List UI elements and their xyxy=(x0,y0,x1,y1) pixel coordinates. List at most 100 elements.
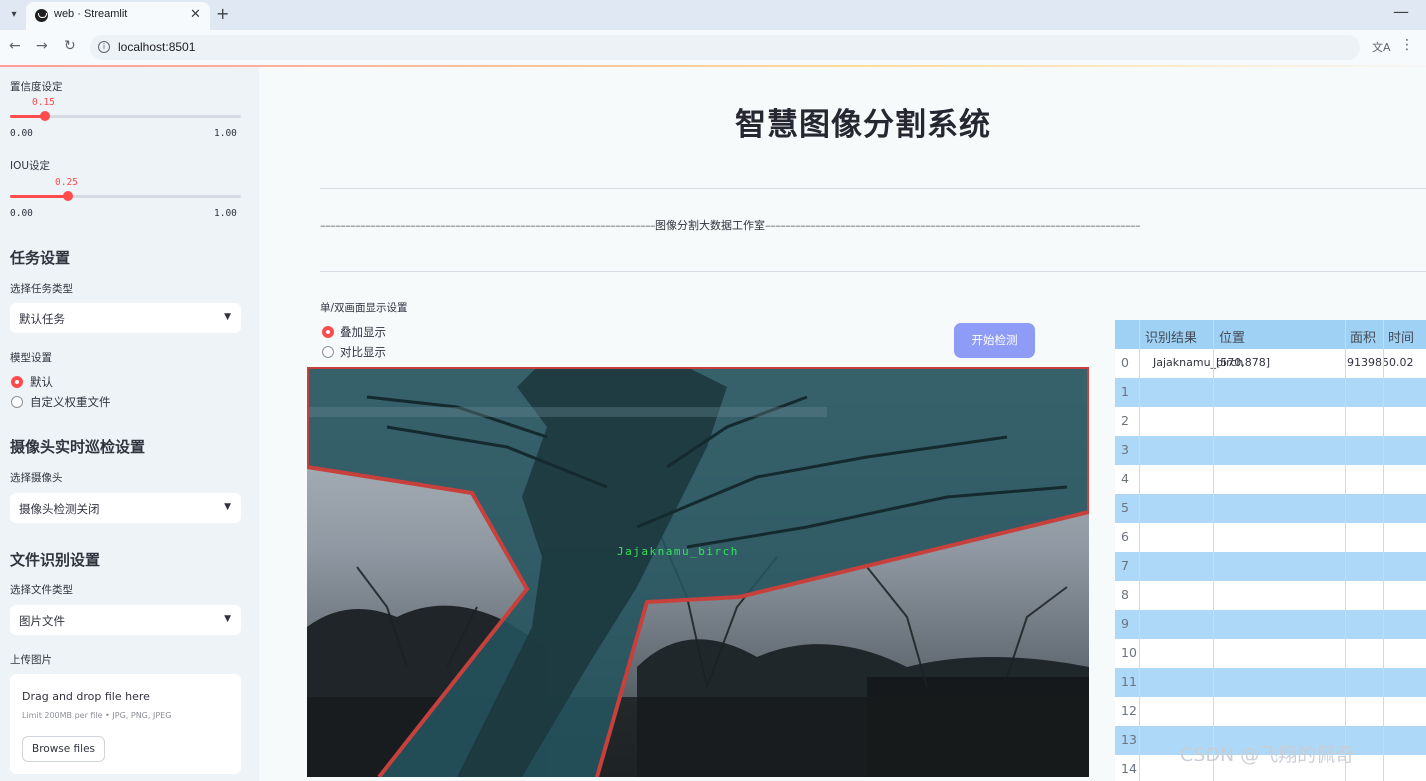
main-content: 智慧图像分割系统 –––––––––––––––––––––––––––––––… xyxy=(259,67,1426,781)
browser-tab-bar: ▾ web · Streamlit ✕ + — xyxy=(0,0,1426,30)
iou-max: 1.00 xyxy=(214,208,237,219)
column-header[interactable]: 识别结果 xyxy=(1145,327,1197,346)
row-index: 10 xyxy=(1121,645,1137,660)
start-detection-button[interactable]: 开始检测 xyxy=(954,323,1035,358)
row-index: 12 xyxy=(1121,703,1137,718)
url-text: localhost:8501 xyxy=(118,40,196,54)
result-image: Jajaknamu_birch xyxy=(307,367,1089,777)
browse-files-button[interactable]: Browse files xyxy=(22,736,105,762)
table-row[interactable]: 10 xyxy=(1115,639,1426,668)
iou-min: 0.00 xyxy=(10,208,33,219)
dropzone-title: Drag and drop file here xyxy=(22,690,150,703)
table-row[interactable]: 6 xyxy=(1115,523,1426,552)
minimize-window-icon[interactable]: — xyxy=(1393,2,1409,21)
chevron-down-icon: ▼ xyxy=(224,614,231,624)
detection-label: Jajaknamu_birch xyxy=(617,545,739,558)
row-index: 2 xyxy=(1121,413,1129,428)
tab-search-chevron-icon[interactable]: ▾ xyxy=(4,5,24,25)
column-divider xyxy=(1139,320,1140,781)
table-row[interactable]: 11 xyxy=(1115,668,1426,697)
divider xyxy=(320,271,1426,272)
table-row[interactable]: 5 xyxy=(1115,494,1426,523)
forward-arrow-icon[interactable]: → xyxy=(36,38,48,54)
new-tab-icon[interactable]: + xyxy=(216,4,229,23)
confidence-slider-thumb[interactable] xyxy=(39,111,50,121)
site-info-icon[interactable]: i xyxy=(98,41,110,53)
display-option-overlay[interactable]: 叠加显示 xyxy=(340,324,386,340)
display-mode-label: 单/双画面显示设置 xyxy=(320,302,408,314)
display-radio-overlay[interactable] xyxy=(322,326,334,338)
file-type-select[interactable]: 图片文件 ▼ xyxy=(10,605,241,635)
column-header[interactable]: 面积 xyxy=(1350,327,1376,346)
task-type-value: 默认任务 xyxy=(19,312,65,326)
task-type-select[interactable]: 默认任务 ▼ xyxy=(10,303,241,333)
confidence-min: 0.00 xyxy=(10,128,33,139)
file-dropzone[interactable]: Drag and drop file here Limit 200MB per … xyxy=(10,674,241,774)
chevron-down-icon: ▼ xyxy=(224,502,231,512)
row-index: 1 xyxy=(1121,384,1129,399)
display-option-compare[interactable]: 对比显示 xyxy=(340,344,386,360)
iou-slider-thumb[interactable] xyxy=(62,191,73,201)
confidence-slider[interactable] xyxy=(10,111,241,121)
file-type-value: 图片文件 xyxy=(19,614,65,628)
column-header[interactable]: 位置 xyxy=(1219,327,1245,346)
tab-close-icon[interactable]: ✕ xyxy=(190,7,201,22)
reload-icon[interactable]: ↻ xyxy=(64,38,76,54)
row-index: 0 xyxy=(1121,355,1129,370)
task-type-label: 选择任务类型 xyxy=(10,283,73,295)
model-option-default[interactable]: 默认 xyxy=(30,374,53,390)
column-header[interactable]: 时间 xyxy=(1388,327,1414,346)
table-row[interactable]: 9 xyxy=(1115,610,1426,639)
camera-label: 选择摄像头 xyxy=(10,472,63,484)
camera-select[interactable]: 摄像头检测关闭 ▼ xyxy=(10,493,241,523)
row-index: 13 xyxy=(1121,732,1137,747)
iou-slider[interactable] xyxy=(10,191,241,201)
table-row[interactable]: 1 xyxy=(1115,378,1426,407)
table-row[interactable]: 3 xyxy=(1115,436,1426,465)
confidence-label: 置信度设定 xyxy=(10,81,63,93)
results-table[interactable]: 识别结果 位置 面积 时间 0 Jajaknamu_birch [570,878] 91398… xyxy=(1115,320,1426,781)
divider xyxy=(320,188,1426,189)
subtitle-text: 图像分割大数据工作室 xyxy=(655,219,765,232)
segmentation-image: Jajaknamu_birch xyxy=(307,367,1089,777)
row-index: 9 xyxy=(1121,616,1129,631)
subtitle-line: ––––––––––––––––––––––––––––––––––––––––… xyxy=(320,217,1310,233)
dropzone-limit: Limit 200MB per file • JPG, PNG, JPEG xyxy=(22,711,172,720)
row-index: 4 xyxy=(1121,471,1129,486)
csdn-watermark: CSDN @飞翔的佩奇 xyxy=(1180,744,1355,766)
table-row[interactable]: 7 xyxy=(1115,552,1426,581)
table-header: 识别结果 位置 面积 时间 xyxy=(1115,320,1426,349)
camera-section-heading: 摄像头实时巡检设置 xyxy=(10,438,146,456)
tab-title: web · Streamlit xyxy=(54,8,128,20)
cell-area: 9139850.02 xyxy=(1347,356,1414,369)
table-row[interactable]: 0 Jajaknamu_birch [570,878] 9139850.02 xyxy=(1115,349,1426,378)
iou-slider-fill xyxy=(10,195,68,198)
table-row[interactable]: 12 xyxy=(1115,697,1426,726)
cell-position: [570,878] xyxy=(1216,356,1271,369)
row-index: 3 xyxy=(1121,442,1129,457)
model-radio-default[interactable] xyxy=(11,376,23,388)
table-row[interactable]: 4 xyxy=(1115,465,1426,494)
iou-label: IOU设定 xyxy=(10,160,51,172)
display-radio-compare[interactable] xyxy=(322,346,334,358)
column-divider xyxy=(1383,320,1384,781)
page-title: 智慧图像分割系统 xyxy=(735,107,991,143)
model-radio-custom[interactable] xyxy=(11,396,23,408)
model-option-custom[interactable]: 自定义权重文件 xyxy=(30,394,111,410)
browser-tab[interactable]: web · Streamlit ✕ xyxy=(26,2,210,30)
confidence-value: 0.15 xyxy=(32,97,55,108)
chevron-down-icon: ▼ xyxy=(224,312,231,322)
address-bar: ← → ↻ i localhost:8501 文A ⋮ xyxy=(0,30,1426,65)
subtitle-dash-left: ––––––––––––––––––––––––––––––––––––––––… xyxy=(320,219,656,232)
row-index: 5 xyxy=(1121,500,1129,515)
upload-label: 上传图片 xyxy=(10,654,52,666)
row-index: 8 xyxy=(1121,587,1129,602)
translate-icon[interactable]: 文A xyxy=(1372,39,1391,55)
url-input[interactable]: i localhost:8501 xyxy=(90,35,1360,60)
row-index: 6 xyxy=(1121,529,1129,544)
table-row[interactable]: 2 xyxy=(1115,407,1426,436)
more-menu-icon[interactable]: ⋮ xyxy=(1400,37,1414,53)
back-arrow-icon[interactable]: ← xyxy=(9,38,21,54)
sidebar: 置信度设定 0.15 0.00 1.00 IOU设定 0.25 0.00 1.0… xyxy=(0,67,259,781)
table-row[interactable]: 8 xyxy=(1115,581,1426,610)
